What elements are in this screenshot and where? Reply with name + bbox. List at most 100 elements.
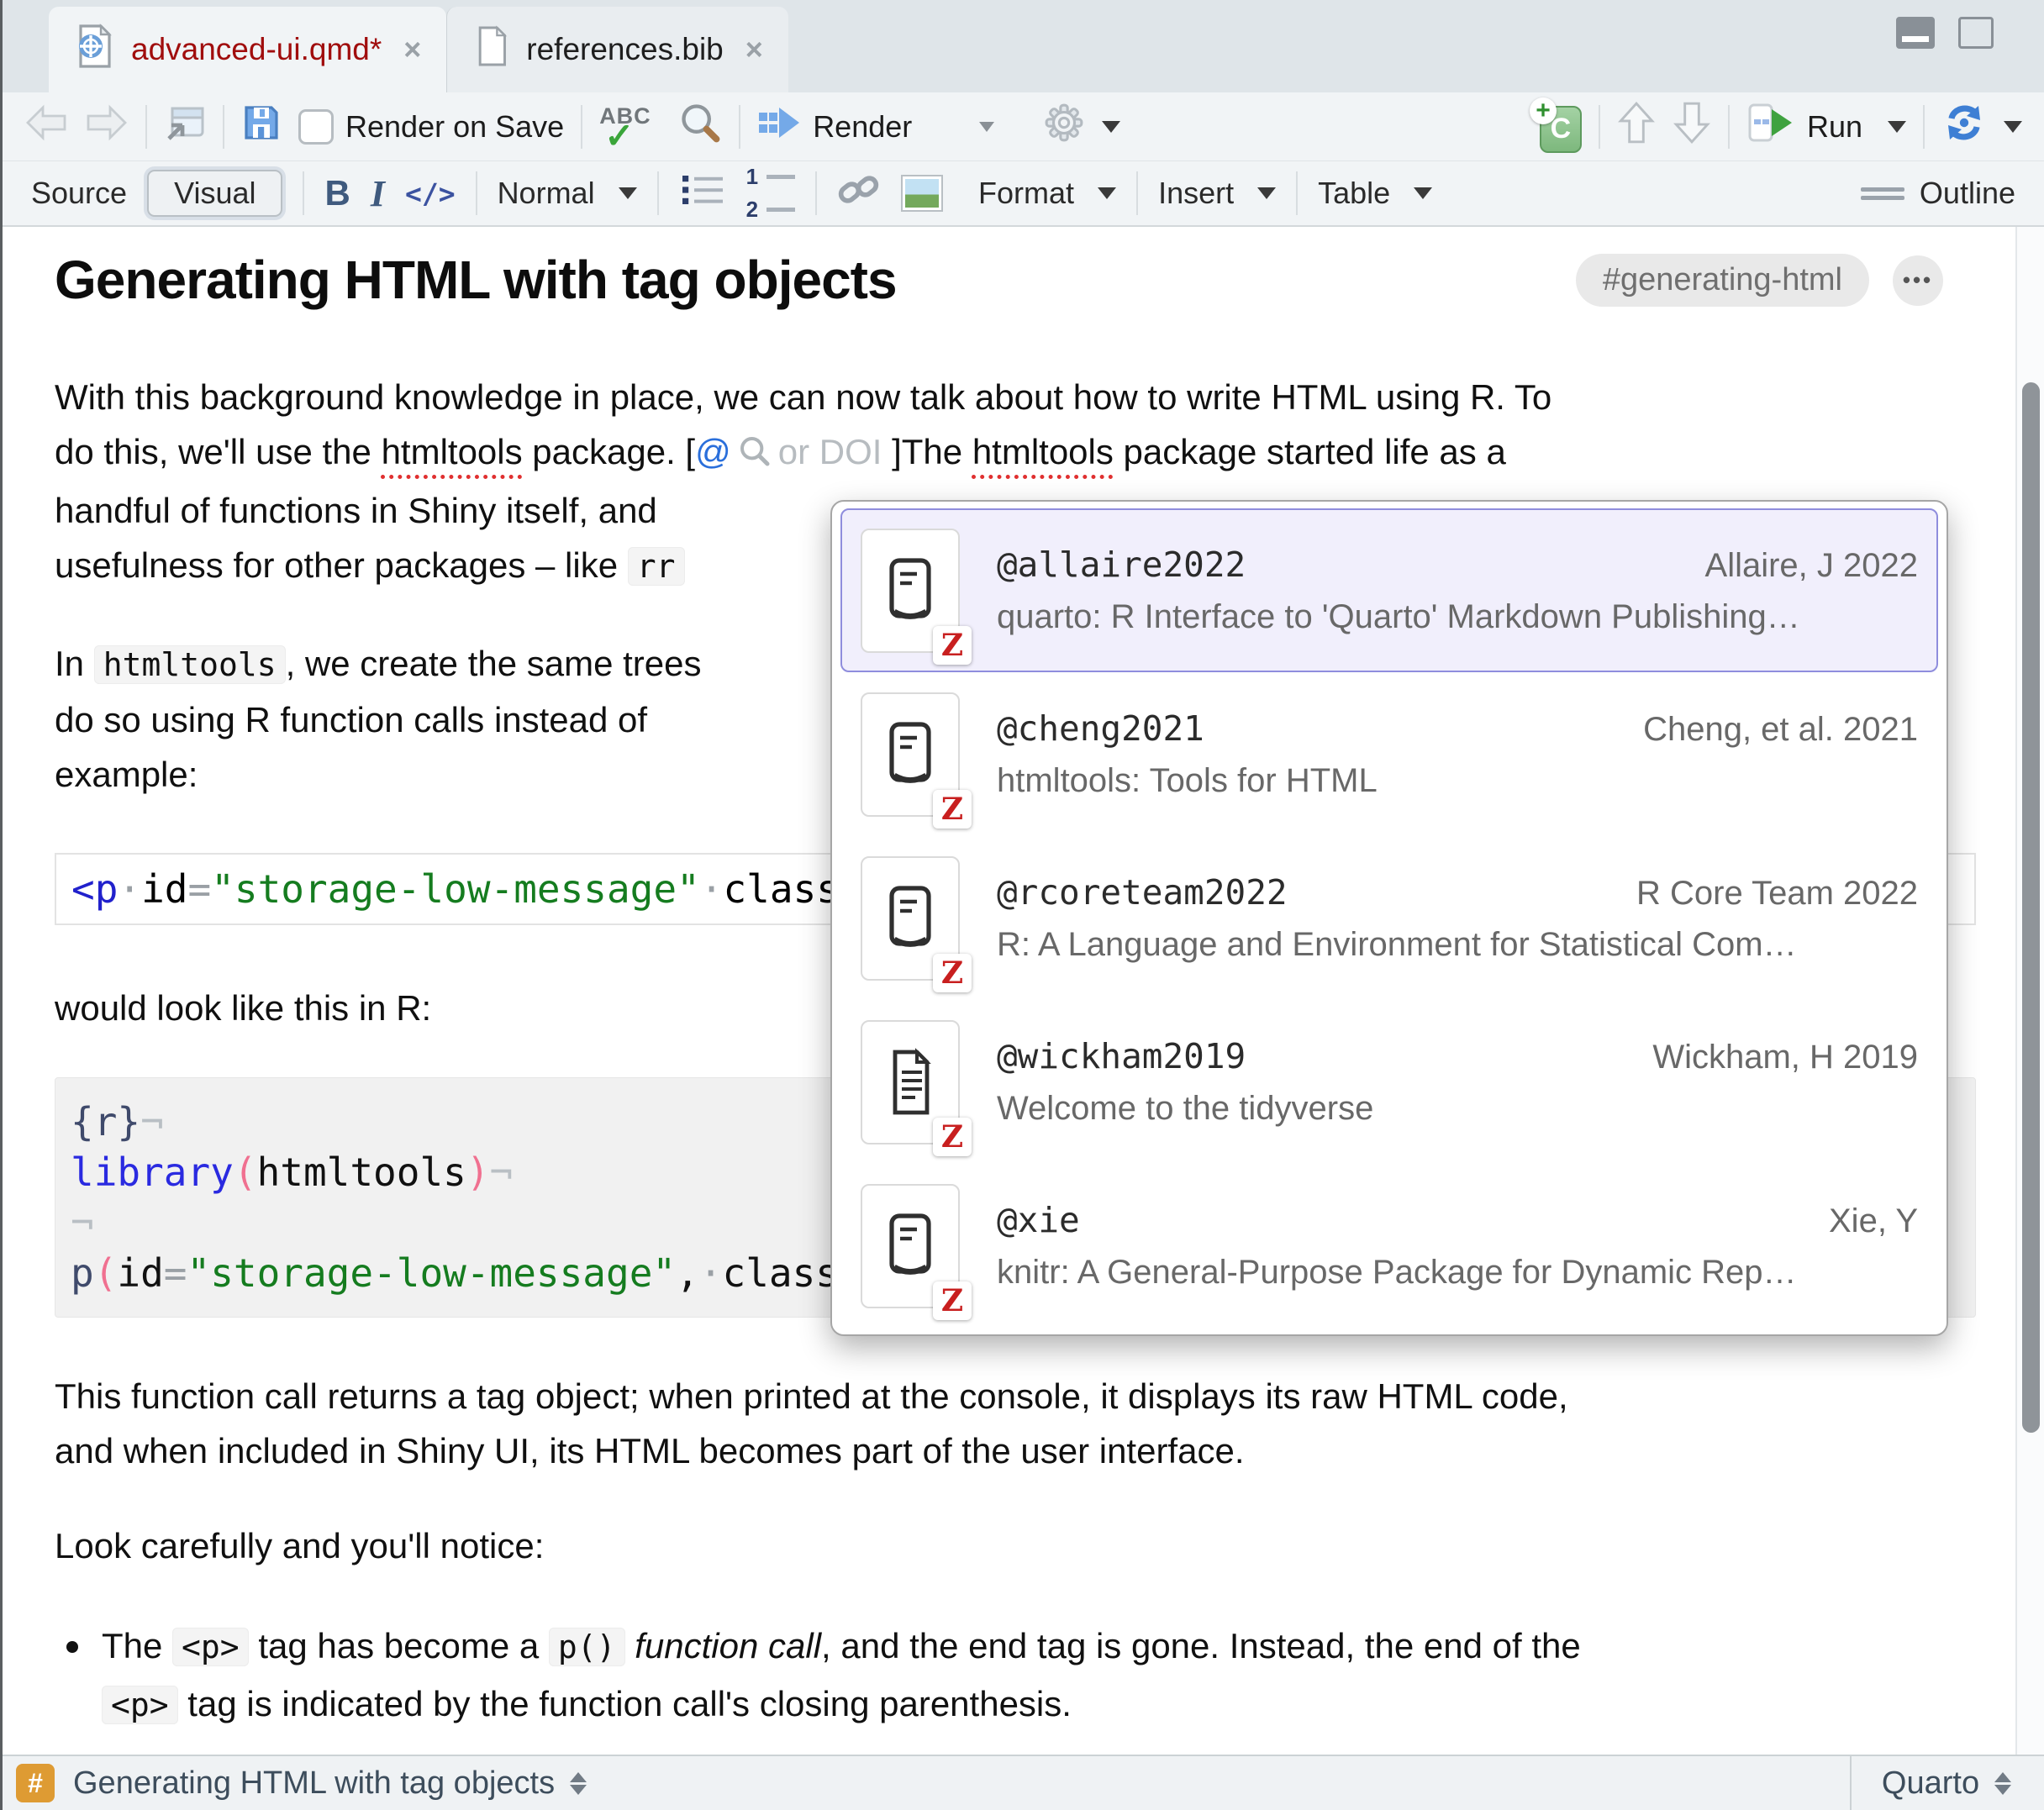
dropdown-caret: [1098, 187, 1116, 199]
citation-placeholder: or DOI: [778, 432, 882, 471]
back-icon[interactable]: [24, 104, 68, 149]
current-section-selector[interactable]: Generating HTML with tag objects: [73, 1765, 555, 1802]
insert-menu[interactable]: Insert: [1158, 176, 1276, 211]
maximize-pane-icon[interactable]: [1958, 17, 1994, 49]
save-icon[interactable]: [241, 103, 282, 150]
section-selector-arrows-icon[interactable]: [570, 1772, 587, 1795]
citation-at-token: @: [695, 432, 731, 471]
pane-window-controls: [1896, 17, 1994, 49]
open-in-new-window-icon[interactable]: [164, 103, 206, 150]
render-on-save-label: Render on Save: [345, 109, 564, 145]
close-tab-icon[interactable]: ×: [403, 32, 421, 67]
insert-chunk-button[interactable]: C +: [1531, 101, 1582, 153]
jump-up-icon[interactable]: [1617, 100, 1656, 153]
render-icon: [757, 103, 801, 150]
format-menu[interactable]: Format: [978, 176, 1116, 211]
spellcheck-icon[interactable]: ABC ✓: [599, 103, 661, 150]
section-anchor-badge: #generating-html: [1576, 254, 1869, 307]
close-tab-icon[interactable]: ×: [745, 32, 763, 67]
render-button[interactable]: Render: [757, 103, 912, 150]
citation-search-icon: [738, 436, 772, 476]
citation-key: @allaire2022: [997, 545, 1246, 585]
paragraph: This function call returns a tag object;…: [55, 1369, 1943, 1478]
scrollbar-thumb[interactable]: [2022, 382, 2040, 1433]
paragraph-style-dropdown[interactable]: Normal: [498, 176, 637, 211]
inline-code: <p>: [172, 1628, 249, 1666]
jump-down-icon[interactable]: [1673, 100, 1711, 153]
zotero-badge: Z: [933, 790, 972, 829]
editor-canvas[interactable]: Generating HTML with tag objects #genera…: [3, 227, 2044, 1755]
more-options-button[interactable]: •••: [1893, 255, 1943, 306]
zotero-badge: Z: [933, 954, 972, 992]
format-toolbar: Source Visual B I </> Normal 1 2 Format …: [3, 161, 2044, 227]
tab-bar: advanced-ui.qmd* × references.bib ×: [3, 0, 2044, 92]
render-dropdown-caret[interactable]: [979, 122, 994, 132]
citation-item-cheng2021[interactable]: Z @cheng2021Cheng, et al. 2021 htmltools…: [840, 672, 1938, 836]
citation-completion-popup: Z @allaire2022Allaire, J 2022 quarto: R …: [830, 500, 1948, 1336]
citation-item-allaire2022[interactable]: Z @allaire2022Allaire, J 2022 quarto: R …: [840, 508, 1938, 672]
run-icon: [1746, 102, 1795, 151]
citation-author: R Core Team 2022: [1636, 875, 1918, 913]
table-menu[interactable]: Table: [1318, 176, 1432, 211]
outline-icon: [1861, 148, 1908, 239]
render-on-save-checkbox[interactable]: [298, 109, 334, 145]
book-icon: Z: [861, 692, 960, 817]
citation-title: knitr: A General-Purpose Package for Dyn…: [997, 1254, 1918, 1292]
citation-item-rcoreteam2022[interactable]: Z @rcoreteam2022R Core Team 2022 R: A La…: [840, 836, 1938, 1000]
citation-author: Xie, Y: [1829, 1202, 1918, 1240]
bullet-marker: [66, 1641, 78, 1653]
gear-icon[interactable]: [1043, 102, 1085, 151]
citation-key: @wickham2019: [997, 1036, 1246, 1076]
tab-advanced-ui-qmd[interactable]: advanced-ui.qmd* ×: [49, 7, 446, 92]
section-hash-icon: #: [16, 1764, 55, 1802]
citation-author: Wickham, H 2019: [1652, 1039, 1918, 1076]
italic-button[interactable]: I: [371, 172, 385, 215]
citation-title: Welcome to the tidyverse: [997, 1090, 1918, 1128]
dropdown-caret: [1414, 187, 1432, 199]
render-label: Render: [813, 109, 912, 145]
tab-label: references.bib: [526, 32, 723, 67]
link-icon[interactable]: [837, 168, 881, 219]
inline-code: rr: [628, 547, 685, 586]
outline-toggle[interactable]: Outline: [1861, 148, 2015, 239]
inline-code-button[interactable]: </>: [405, 177, 456, 210]
mode-selector-arrows-icon: [1994, 1772, 2011, 1795]
run-label: Run: [1807, 109, 1862, 145]
file-icon: [472, 24, 509, 76]
vertical-scrollbar[interactable]: [2015, 227, 2044, 1755]
dropdown-caret: [1257, 187, 1276, 199]
forward-icon[interactable]: [85, 104, 129, 149]
citation-item-wickham2019[interactable]: Z @wickham2019Wickham, H 2019 Welcome to…: [840, 1000, 1938, 1164]
bold-button[interactable]: B: [324, 173, 350, 213]
run-dropdown-caret[interactable]: [1888, 121, 1906, 133]
rstudio-source-pane: advanced-ui.qmd* × references.bib ×: [0, 0, 2044, 1810]
bullet-list-item: The <p> tag has become a p() function ca…: [55, 1618, 1943, 1734]
outline-label: Outline: [1920, 176, 2015, 211]
citation-key: @rcoreteam2022: [997, 872, 1288, 913]
page-title: Generating HTML with tag objects: [55, 249, 897, 311]
search-icon[interactable]: [678, 101, 722, 152]
citation-item-xie[interactable]: Z @xieXie, Y knitr: A General-Purpose Pa…: [840, 1164, 1938, 1328]
book-icon: Z: [861, 529, 960, 653]
citation-author: Allaire, J 2022: [1705, 547, 1918, 585]
rerun-icon[interactable]: [1941, 103, 1987, 150]
inline-code: htmltools: [94, 645, 286, 684]
zotero-badge: Z: [933, 1281, 972, 1320]
document-mode-selector[interactable]: Quarto: [1850, 1756, 2041, 1810]
plus-icon: +: [1530, 97, 1557, 124]
tab-references-bib[interactable]: references.bib ×: [446, 7, 788, 92]
gear-dropdown-caret[interactable]: [1102, 121, 1120, 133]
citation-key: @cheng2021: [997, 708, 1204, 749]
image-icon[interactable]: [901, 175, 943, 212]
misspelled-word: htmltools: [972, 432, 1114, 471]
render-on-save-toggle[interactable]: Render on Save: [298, 109, 564, 145]
citation-title: htmltools: Tools for HTML: [997, 762, 1918, 800]
source-mode-button[interactable]: Source: [31, 176, 127, 211]
bullet-list-icon[interactable]: [679, 171, 726, 217]
numbered-list-icon[interactable]: 1 2: [746, 164, 795, 223]
minimize-pane-icon[interactable]: [1896, 17, 1935, 49]
visual-mode-button[interactable]: Visual: [147, 170, 282, 217]
run-button[interactable]: Run: [1746, 102, 1906, 151]
inline-code: p(): [549, 1628, 625, 1666]
rerun-dropdown-caret[interactable]: [2004, 121, 2022, 133]
